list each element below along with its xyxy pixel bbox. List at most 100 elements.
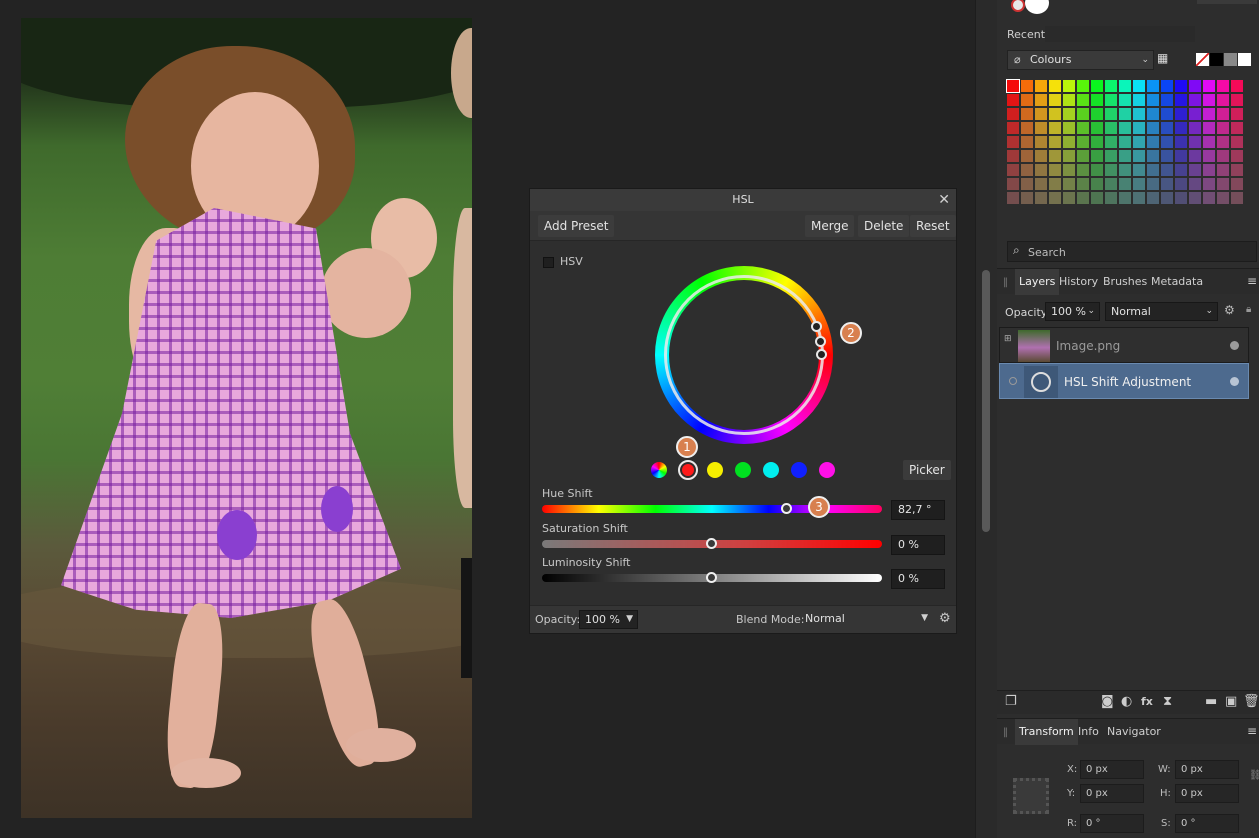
green-swatch[interactable]	[735, 462, 751, 478]
palette-swatch[interactable]	[1217, 94, 1229, 106]
layer-blend-dropdown[interactable]: Normal ⌄	[1105, 302, 1218, 321]
palette-swatch[interactable]	[1021, 164, 1033, 176]
add-palette-icon[interactable]: ▦	[1157, 51, 1168, 65]
palette-swatch[interactable]	[1049, 80, 1061, 92]
palette-swatch[interactable]	[1189, 136, 1201, 148]
panel-menu-icon[interactable]: ≡	[1247, 724, 1257, 738]
layer-stack-icon[interactable]: ❐	[1005, 694, 1017, 709]
gear-icon[interactable]: ⚙	[1224, 303, 1235, 317]
palette-swatch[interactable]	[1035, 192, 1047, 204]
palette-swatch[interactable]	[1217, 164, 1229, 176]
layer-row-image[interactable]: ⊞ Image.png	[999, 327, 1249, 363]
palette-swatch[interactable]	[1217, 136, 1229, 148]
palette-swatch[interactable]	[1035, 150, 1047, 162]
palette-swatch[interactable]	[1063, 150, 1075, 162]
luminosity-shift-thumb[interactable]	[706, 572, 717, 583]
palette-swatch[interactable]	[1147, 94, 1159, 106]
opacity-dropdown[interactable]: 100 % ▼	[579, 610, 638, 629]
palette-swatch[interactable]	[1217, 122, 1229, 134]
palette-swatch[interactable]	[1161, 192, 1173, 204]
hue-range-handle-center[interactable]	[815, 336, 826, 347]
palette-swatch[interactable]	[1161, 80, 1173, 92]
palette-swatch[interactable]	[1119, 150, 1131, 162]
panel-grip-icon[interactable]: ‖	[1003, 277, 1008, 288]
palette-swatch[interactable]	[1147, 136, 1159, 148]
palette-swatch[interactable]	[1175, 94, 1187, 106]
white-swatch[interactable]	[1238, 53, 1251, 66]
palette-swatch[interactable]	[1133, 192, 1145, 204]
tab-layers[interactable]: Layers	[1015, 269, 1060, 295]
palette-swatch[interactable]	[1231, 136, 1243, 148]
h-field[interactable]: 0 px	[1175, 784, 1239, 803]
palette-swatch[interactable]	[1049, 108, 1061, 120]
palette-swatch[interactable]	[1021, 108, 1033, 120]
reset-button[interactable]: Reset	[910, 215, 956, 237]
palette-swatch[interactable]	[1063, 136, 1075, 148]
palette-swatch[interactable]	[1147, 192, 1159, 204]
hsv-checkbox[interactable]	[543, 257, 554, 268]
palette-swatch[interactable]	[1091, 136, 1103, 148]
tab-transform[interactable]: Transform	[1015, 719, 1078, 745]
palette-swatch[interactable]	[1105, 178, 1117, 190]
palette-swatch[interactable]	[1105, 192, 1117, 204]
new-layer-icon[interactable]: ▣	[1225, 694, 1237, 709]
palette-swatch[interactable]	[1147, 164, 1159, 176]
palette-swatch[interactable]	[1091, 80, 1103, 92]
cyan-swatch[interactable]	[763, 462, 779, 478]
palette-swatch[interactable]	[1035, 94, 1047, 106]
palette-swatch[interactable]	[1035, 108, 1047, 120]
palette-swatch[interactable]	[1189, 108, 1201, 120]
palette-swatch[interactable]	[1175, 136, 1187, 148]
palette-swatch[interactable]	[1189, 164, 1201, 176]
adjustment-icon[interactable]: ◐	[1121, 694, 1132, 709]
palette-swatch[interactable]	[1105, 136, 1117, 148]
palette-swatch[interactable]	[1049, 178, 1061, 190]
palette-swatch[interactable]	[1217, 150, 1229, 162]
dialog-titlebar[interactable]: HSL ✕	[530, 189, 956, 211]
palette-swatch[interactable]	[1203, 94, 1215, 106]
palette-swatch[interactable]	[1133, 150, 1145, 162]
palette-swatch[interactable]	[1007, 150, 1019, 162]
palette-swatch[interactable]	[1063, 94, 1075, 106]
black-swatch[interactable]	[1210, 53, 1223, 66]
palette-swatch[interactable]	[1063, 178, 1075, 190]
luminosity-shift-value[interactable]: 0 %	[891, 569, 945, 589]
yellow-swatch[interactable]	[707, 462, 723, 478]
close-icon[interactable]: ✕	[938, 189, 950, 211]
palette-swatch[interactable]	[1077, 164, 1089, 176]
palette-swatch[interactable]	[1077, 150, 1089, 162]
gray-swatch[interactable]	[1224, 53, 1237, 66]
tab-brushes[interactable]: Brushes	[1099, 269, 1151, 295]
palette-swatch[interactable]	[1175, 150, 1187, 162]
palette-swatch[interactable]	[1007, 164, 1019, 176]
tab-navigator[interactable]: Navigator	[1103, 719, 1165, 745]
palette-swatch[interactable]	[1133, 164, 1145, 176]
palette-swatch[interactable]	[1091, 192, 1103, 204]
palette-swatch[interactable]	[1231, 80, 1243, 92]
tab-history[interactable]: History	[1055, 269, 1102, 295]
y-field[interactable]: 0 px	[1080, 784, 1144, 803]
palette-swatch[interactable]	[1147, 150, 1159, 162]
palette-swatch[interactable]	[1133, 136, 1145, 148]
palette-swatch[interactable]	[1105, 150, 1117, 162]
panel-grip-icon[interactable]: ‖	[1003, 727, 1008, 738]
palette-swatch[interactable]	[1021, 136, 1033, 148]
palette-swatch[interactable]	[1063, 122, 1075, 134]
palette-swatch[interactable]	[1147, 178, 1159, 190]
folder-icon[interactable]: ▬	[1205, 694, 1217, 709]
no-color-swatch[interactable]	[1196, 53, 1209, 66]
palette-swatch[interactable]	[1021, 150, 1033, 162]
palette-swatch[interactable]	[1063, 108, 1075, 120]
palette-swatch[interactable]	[1161, 150, 1173, 162]
layer-row-hsl-adjustment[interactable]: HSL Shift Adjustment	[999, 363, 1249, 399]
palette-swatch[interactable]	[1203, 192, 1215, 204]
palette-swatch[interactable]	[1133, 94, 1145, 106]
picker-button[interactable]: Picker	[903, 460, 951, 480]
document-canvas[interactable]: HSL ✕ Add Preset Merge Delete Reset HSV …	[0, 0, 975, 838]
palette-swatch[interactable]	[1231, 108, 1243, 120]
palette-swatch[interactable]	[1021, 178, 1033, 190]
palette-swatch[interactable]	[1161, 122, 1173, 134]
blue-swatch[interactable]	[791, 462, 807, 478]
palette-swatch[interactable]	[1133, 178, 1145, 190]
palette-swatch[interactable]	[1007, 94, 1019, 106]
